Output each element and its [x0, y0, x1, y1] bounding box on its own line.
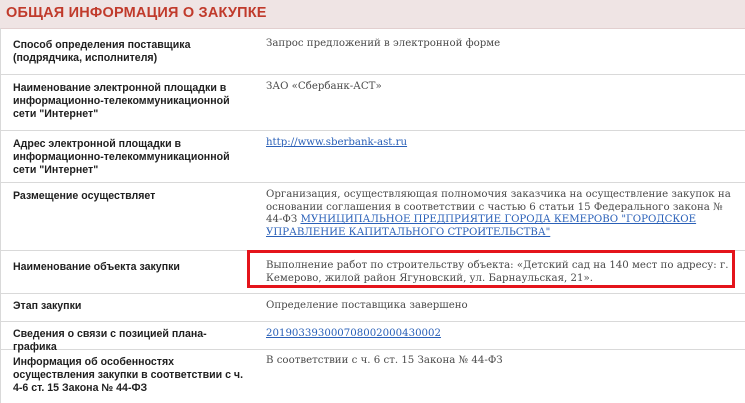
- table-row-platform-address: Адрес электронной площадки в информацион…: [1, 131, 745, 183]
- table-row-procurement-object: Наименование объекта закупки Выполнение …: [1, 251, 745, 294]
- organizer-link[interactable]: МУНИЦИПАЛЬНОЕ ПРЕДПРИЯТИЕ ГОРОДА КЕМЕРОВ…: [266, 214, 696, 238]
- row-value: Определение поставщика завершено: [266, 300, 468, 311]
- platform-url-link[interactable]: http://www.sberbank-ast.ru: [266, 137, 407, 148]
- row-value: Выполнение работ по строительству объект…: [266, 260, 729, 284]
- plan-schedule-link[interactable]: 201903393000708002000430002: [266, 328, 441, 339]
- section-header: ОБЩАЯ ИНФОРМАЦИЯ О ЗАКУПКЕ: [0, 0, 745, 29]
- row-label: Наименование объекта закупки: [13, 261, 180, 273]
- row-value: 201903393000708002000430002: [266, 328, 736, 341]
- procurement-info-panel: ОБЩАЯ ИНФОРМАЦИЯ О ЗАКУПКЕ Способ опреде…: [0, 0, 745, 403]
- info-table: Способ определения поставщика (подрядчик…: [0, 28, 745, 403]
- table-row-platform-name: Наименование электронной площадки в инфо…: [1, 75, 745, 131]
- table-row-supplier-method: Способ определения поставщика (подрядчик…: [1, 28, 745, 75]
- row-value: ЗАО «Сбербанк-АСТ»: [266, 81, 382, 92]
- row-label: Адрес электронной площадки в информацион…: [13, 138, 230, 176]
- table-row-stage: Этап закупки Определение поставщика заве…: [1, 294, 745, 322]
- section-title: ОБЩАЯ ИНФОРМАЦИЯ О ЗАКУПКЕ: [6, 5, 267, 21]
- row-label: Наименование электронной площадки в инфо…: [13, 82, 230, 120]
- table-row-features: Информация об особенностях осуществления…: [1, 350, 745, 403]
- row-label: Информация об особенностях осуществления…: [13, 356, 244, 394]
- row-value: Организация, осуществляющая полномочия з…: [266, 189, 736, 240]
- table-row-placement: Размещение осуществляет Организация, осу…: [1, 183, 745, 251]
- row-label: Способ определения поставщика (подрядчик…: [13, 39, 191, 64]
- row-value: В соответствии с ч. 6 ст. 15 Закона № 44…: [266, 355, 503, 366]
- row-value: http://www.sberbank-ast.ru: [266, 137, 736, 150]
- row-label: Этап закупки: [13, 300, 82, 312]
- row-label: Размещение осуществляет: [13, 190, 156, 202]
- row-value: Запрос предложений в электронной форме: [266, 38, 501, 49]
- table-row-plan-schedule: Сведения о связи с позицией плана-график…: [1, 322, 745, 353]
